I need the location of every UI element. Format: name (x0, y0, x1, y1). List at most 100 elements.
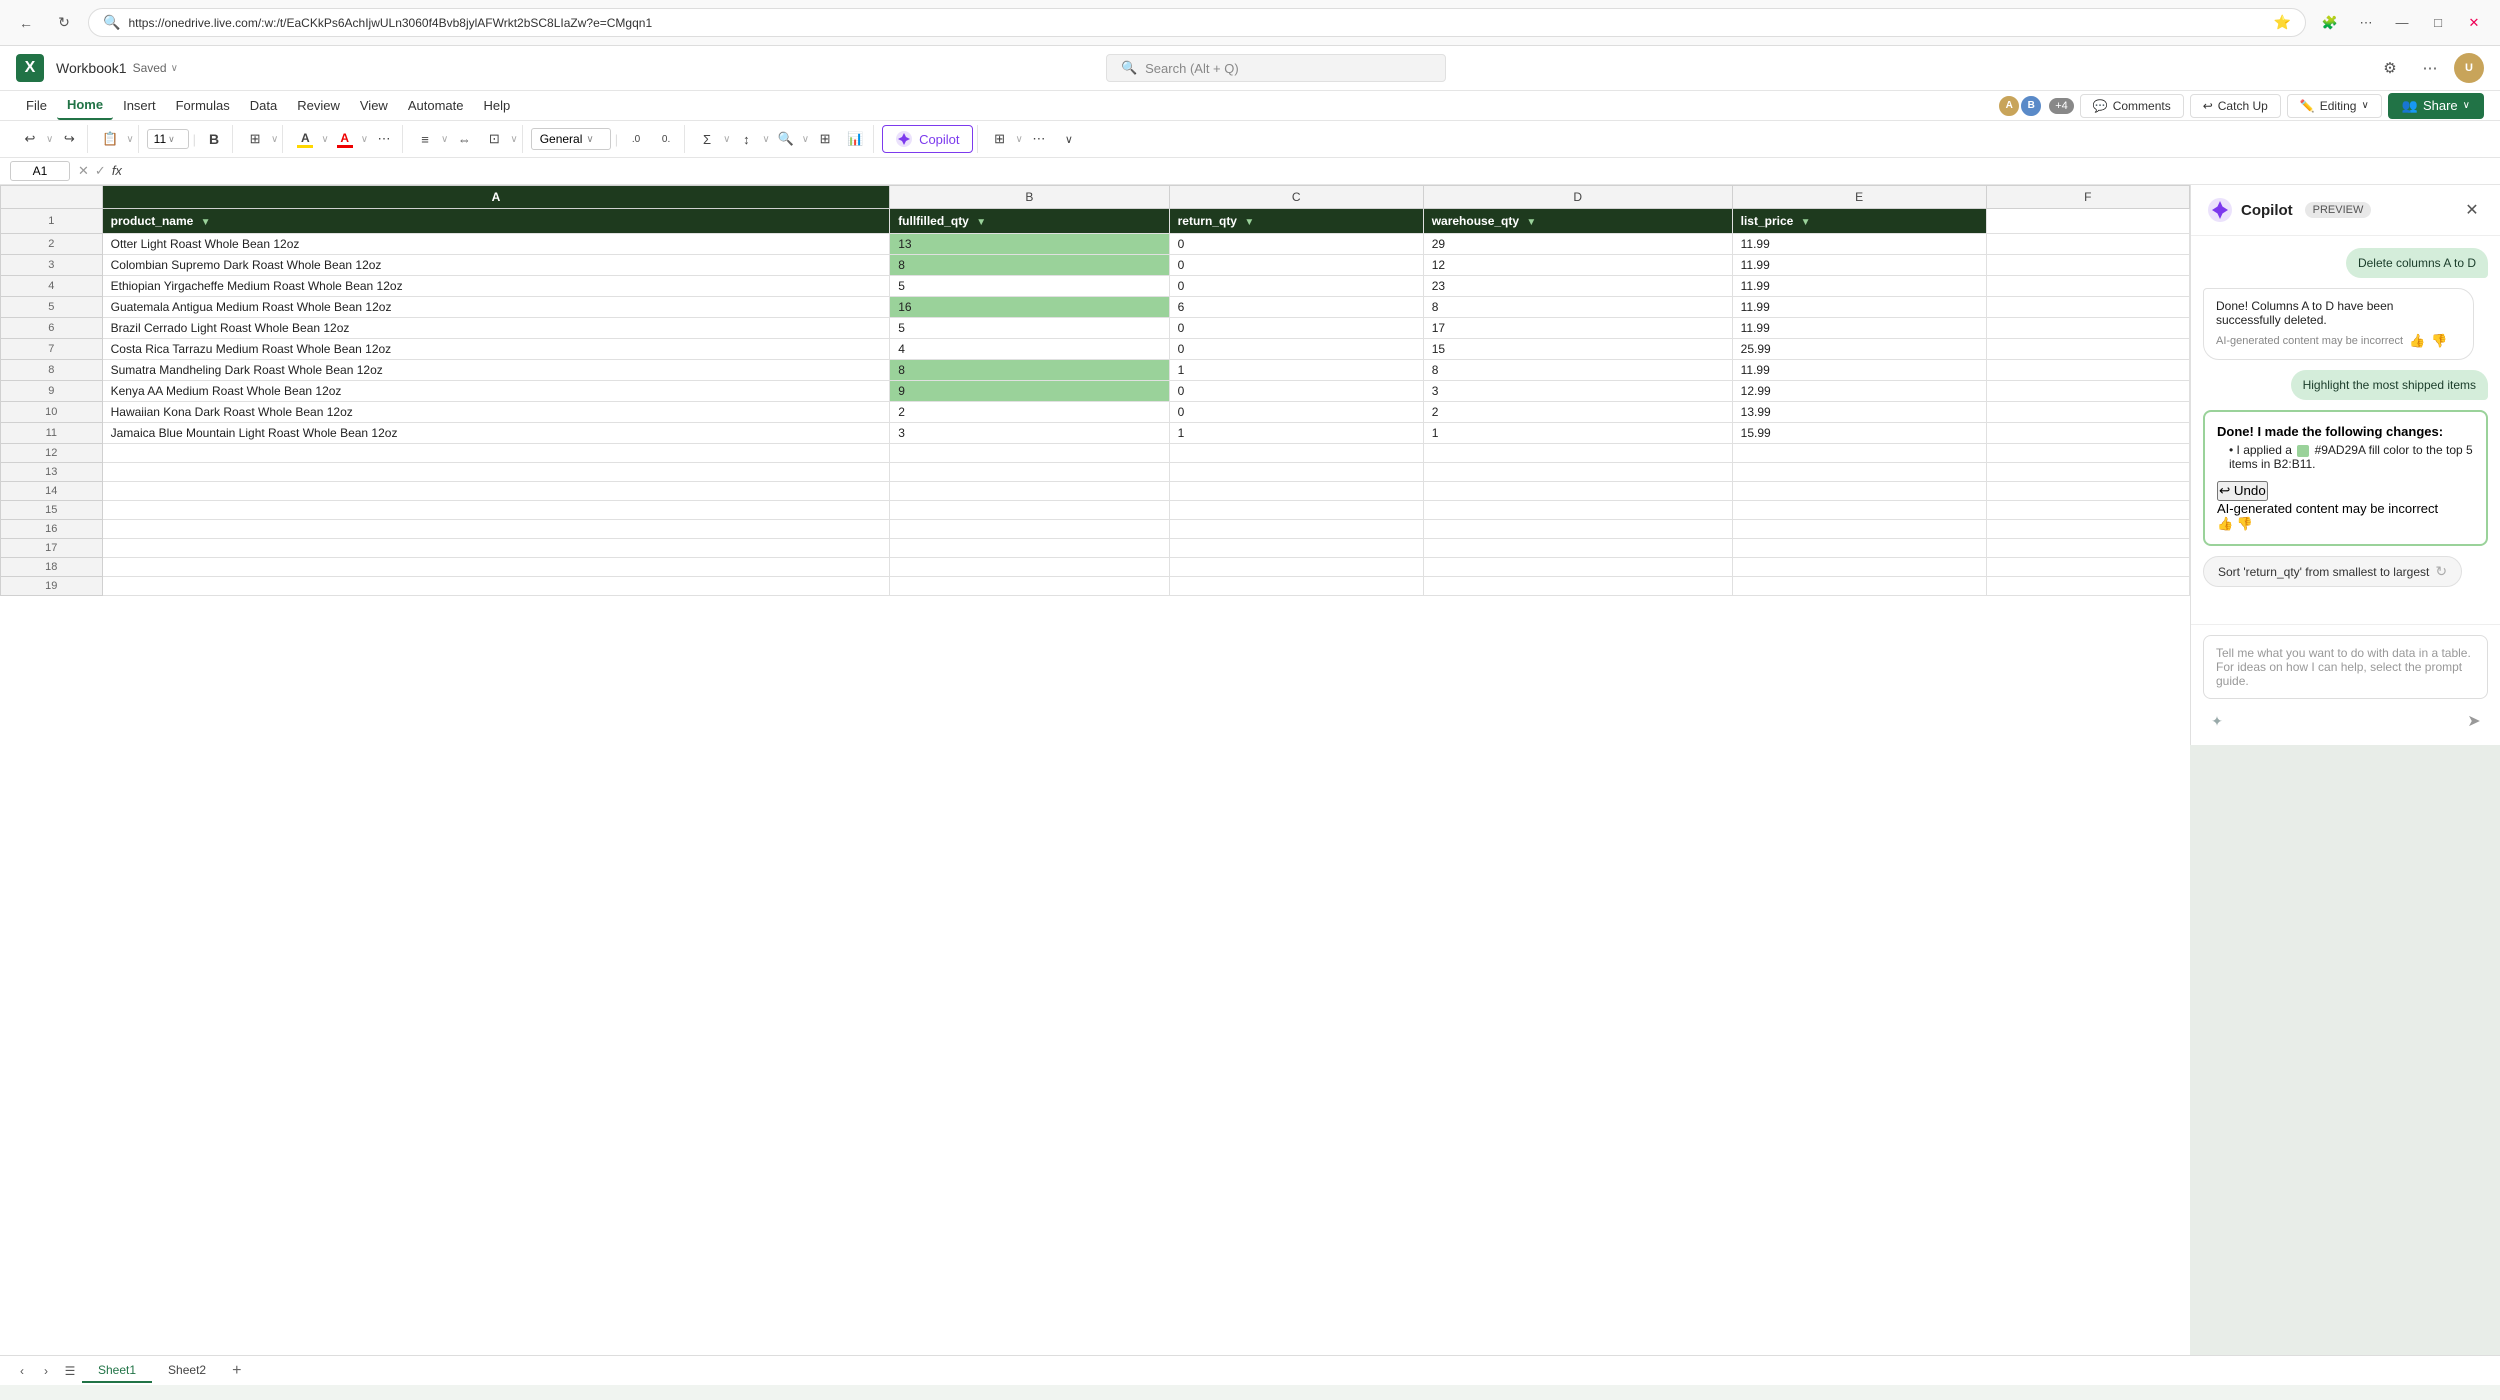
menu-home[interactable]: Home (57, 91, 113, 120)
menu-formulas[interactable]: Formulas (166, 92, 240, 119)
empty-cell[interactable] (890, 444, 1169, 463)
empty-cell[interactable] (890, 520, 1169, 539)
header-fullfilled-qty[interactable]: fullfilled_qty ▼ (890, 209, 1169, 234)
next-sheet-button[interactable]: › (34, 1359, 58, 1383)
cell-return-qty[interactable]: 0 (1169, 318, 1423, 339)
undo-button[interactable]: ↩ Undo (2217, 481, 2268, 501)
catchup-button[interactable]: ↩ Catch Up (2190, 94, 2281, 118)
empty-cell[interactable] (1732, 501, 1986, 520)
formula-input[interactable] (130, 162, 2490, 181)
cell-list-price[interactable]: 25.99 (1732, 339, 1986, 360)
cell-return-qty[interactable]: 1 (1169, 423, 1423, 444)
cell-fullfilled-qty[interactable]: 2 (890, 402, 1169, 423)
align-button[interactable]: ≡ (411, 125, 439, 153)
cell-reference-box[interactable]: A1 (10, 161, 70, 181)
send-button[interactable]: ➤ (2460, 707, 2488, 735)
browser-close-button[interactable]: ✕ (2460, 9, 2488, 37)
cell-warehouse-qty[interactable]: 17 (1423, 318, 1732, 339)
empty-cell[interactable] (1986, 501, 2189, 520)
filter-icon-return[interactable]: ▼ (1244, 217, 1254, 228)
cell-return-qty[interactable]: 0 (1169, 381, 1423, 402)
header-product-name[interactable]: product_name ▼ (102, 209, 890, 234)
empty-cell[interactable] (890, 482, 1169, 501)
cell-return-qty[interactable]: 1 (1169, 360, 1423, 381)
cell-return-qty[interactable]: 0 (1169, 234, 1423, 255)
col-header-e[interactable]: E (1732, 186, 1986, 209)
cell-warehouse-qty[interactable]: 3 (1423, 381, 1732, 402)
empty-cell[interactable] (1986, 558, 2189, 577)
empty-cell[interactable] (1169, 558, 1423, 577)
empty-cell[interactable] (1732, 444, 1986, 463)
empty-cell[interactable] (1986, 463, 2189, 482)
empty-cell[interactable] (102, 482, 890, 501)
cell-list-price[interactable]: 15.99 (1732, 423, 1986, 444)
empty-cell[interactable] (1169, 463, 1423, 482)
merge-button[interactable]: ⊡ (480, 125, 508, 153)
menu-data[interactable]: Data (240, 92, 287, 119)
cell-warehouse-qty[interactable]: 23 (1423, 276, 1732, 297)
back-button[interactable]: ← (12, 9, 40, 37)
cell-product-name[interactable]: Sumatra Mandheling Dark Roast Whole Bean… (102, 360, 890, 381)
minimize-button[interactable]: — (2388, 9, 2416, 37)
empty-cell[interactable] (1732, 463, 1986, 482)
cell-list-price[interactable]: 11.99 (1732, 234, 1986, 255)
bold-button[interactable]: B (200, 125, 228, 153)
sort-button[interactable]: ↕ (732, 125, 760, 153)
empty-cell[interactable] (890, 463, 1169, 482)
cell-product-name[interactable]: Colombian Supremo Dark Roast Whole Bean … (102, 255, 890, 276)
font-color-button[interactable]: A (331, 125, 359, 153)
cell-warehouse-qty[interactable]: 29 (1423, 234, 1732, 255)
redo-button[interactable]: ↪ (55, 125, 83, 153)
empty-cell[interactable] (1423, 577, 1732, 596)
empty-cell[interactable] (102, 463, 890, 482)
editing-button[interactable]: ✏️ Editing ∨ (2287, 94, 2382, 118)
menu-insert[interactable]: Insert (113, 92, 166, 119)
cell-list-price[interactable]: 11.99 (1732, 360, 1986, 381)
decrease-decimal-button[interactable]: .0 (622, 125, 650, 153)
more-format-button[interactable]: ⋯ (370, 125, 398, 153)
header-return-qty[interactable]: return_qty ▼ (1169, 209, 1423, 234)
empty-cell[interactable] (1423, 463, 1732, 482)
empty-cell[interactable] (1732, 520, 1986, 539)
menu-file[interactable]: File (16, 92, 57, 119)
cell-product-name[interactable]: Otter Light Roast Whole Bean 12oz (102, 234, 890, 255)
empty-cell[interactable] (1169, 482, 1423, 501)
thumbs-up-2[interactable]: 👍 (2217, 516, 2233, 532)
cell-list-price[interactable]: 11.99 (1732, 255, 1986, 276)
empty-cell[interactable] (1986, 444, 2189, 463)
col-header-f[interactable]: F (1986, 186, 2189, 209)
empty-cell[interactable] (1169, 577, 1423, 596)
cell-fullfilled-qty[interactable]: 8 (890, 360, 1169, 381)
cell-return-qty[interactable]: 0 (1169, 339, 1423, 360)
extensions-button[interactable]: 🧩 (2316, 9, 2344, 37)
cell-product-name[interactable]: Hawaiian Kona Dark Roast Whole Bean 12oz (102, 402, 890, 423)
address-bar[interactable]: 🔍 ⭐ (88, 8, 2306, 37)
thumbs-down-2[interactable]: 👎 (2237, 516, 2253, 532)
cell-fullfilled-qty[interactable]: 3 (890, 423, 1169, 444)
copilot-toolbar-button[interactable]: Copilot (882, 125, 972, 153)
col-header-d[interactable]: D (1423, 186, 1732, 209)
table-button[interactable]: ⊞ (811, 125, 839, 153)
wrap-button[interactable]: ⇔ (450, 125, 478, 153)
cell-product-name[interactable]: Brazil Cerrado Light Roast Whole Bean 12… (102, 318, 890, 339)
empty-cell[interactable] (102, 501, 890, 520)
url-input[interactable] (128, 16, 2265, 30)
cell-warehouse-qty[interactable]: 1 (1423, 423, 1732, 444)
cell-fullfilled-qty[interactable]: 5 (890, 276, 1169, 297)
font-size-selector[interactable]: 11 ∨ (147, 129, 189, 149)
header-warehouse-qty[interactable]: warehouse_qty ▼ (1423, 209, 1732, 234)
cell-warehouse-qty[interactable]: 15 (1423, 339, 1732, 360)
empty-cell[interactable] (890, 577, 1169, 596)
cell-list-price[interactable]: 11.99 (1732, 297, 1986, 318)
find-button[interactable]: 🔍 (772, 125, 800, 153)
empty-cell[interactable] (1423, 501, 1732, 520)
empty-cell[interactable] (890, 558, 1169, 577)
cancel-formula-icon[interactable]: ✕ (78, 163, 89, 179)
empty-cell[interactable] (1423, 444, 1732, 463)
refresh-prompt-icon[interactable]: ↻ (2435, 563, 2447, 580)
maximize-button[interactable]: □ (2424, 9, 2452, 37)
share-button[interactable]: 👥 Share ∨ (2388, 93, 2484, 119)
cell-return-qty[interactable]: 0 (1169, 255, 1423, 276)
empty-cell[interactable] (1986, 577, 2189, 596)
cell-fullfilled-qty[interactable]: 16 (890, 297, 1169, 318)
